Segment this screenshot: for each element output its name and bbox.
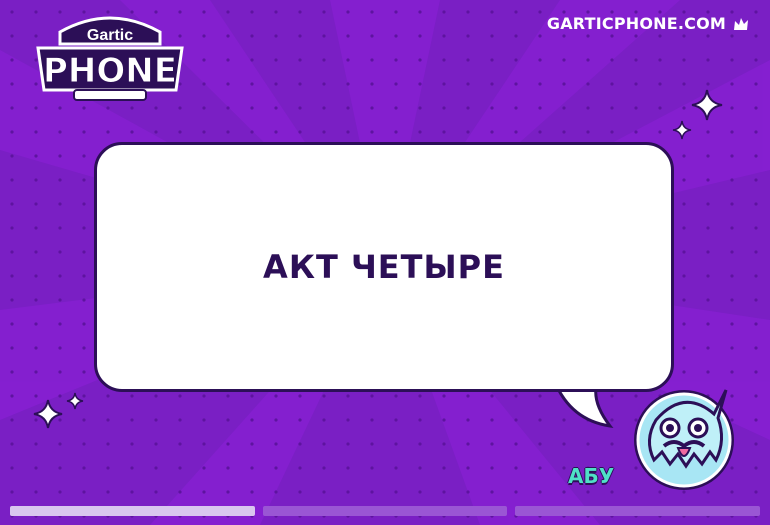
ghost-avatar-icon bbox=[634, 389, 734, 490]
sparkle-icon bbox=[691, 89, 723, 121]
speech-bubble: АКТ ЧЕТЫРЕ bbox=[94, 142, 674, 392]
site-link[interactable]: GARTICPHONE.COM bbox=[547, 14, 750, 33]
gartic-phone-logo[interactable]: Gartic PHONE bbox=[30, 8, 190, 104]
svg-text:PHONE: PHONE bbox=[43, 51, 177, 91]
sparkle-icon bbox=[66, 392, 84, 410]
progress-segment bbox=[262, 506, 508, 516]
crown-icon bbox=[734, 17, 748, 30]
site-link-label: GARTICPHONE.COM bbox=[546, 14, 726, 33]
progress-bar bbox=[10, 506, 761, 516]
sparkle-icon bbox=[33, 399, 63, 429]
progress-segment bbox=[515, 506, 761, 516]
sparkle-icon bbox=[672, 120, 692, 140]
round-title: АКТ ЧЕТЫРЕ bbox=[263, 248, 505, 286]
svg-text:Gartic: Gartic bbox=[87, 27, 133, 44]
progress-segment bbox=[10, 506, 255, 516]
player-name: АБУ bbox=[568, 464, 615, 488]
